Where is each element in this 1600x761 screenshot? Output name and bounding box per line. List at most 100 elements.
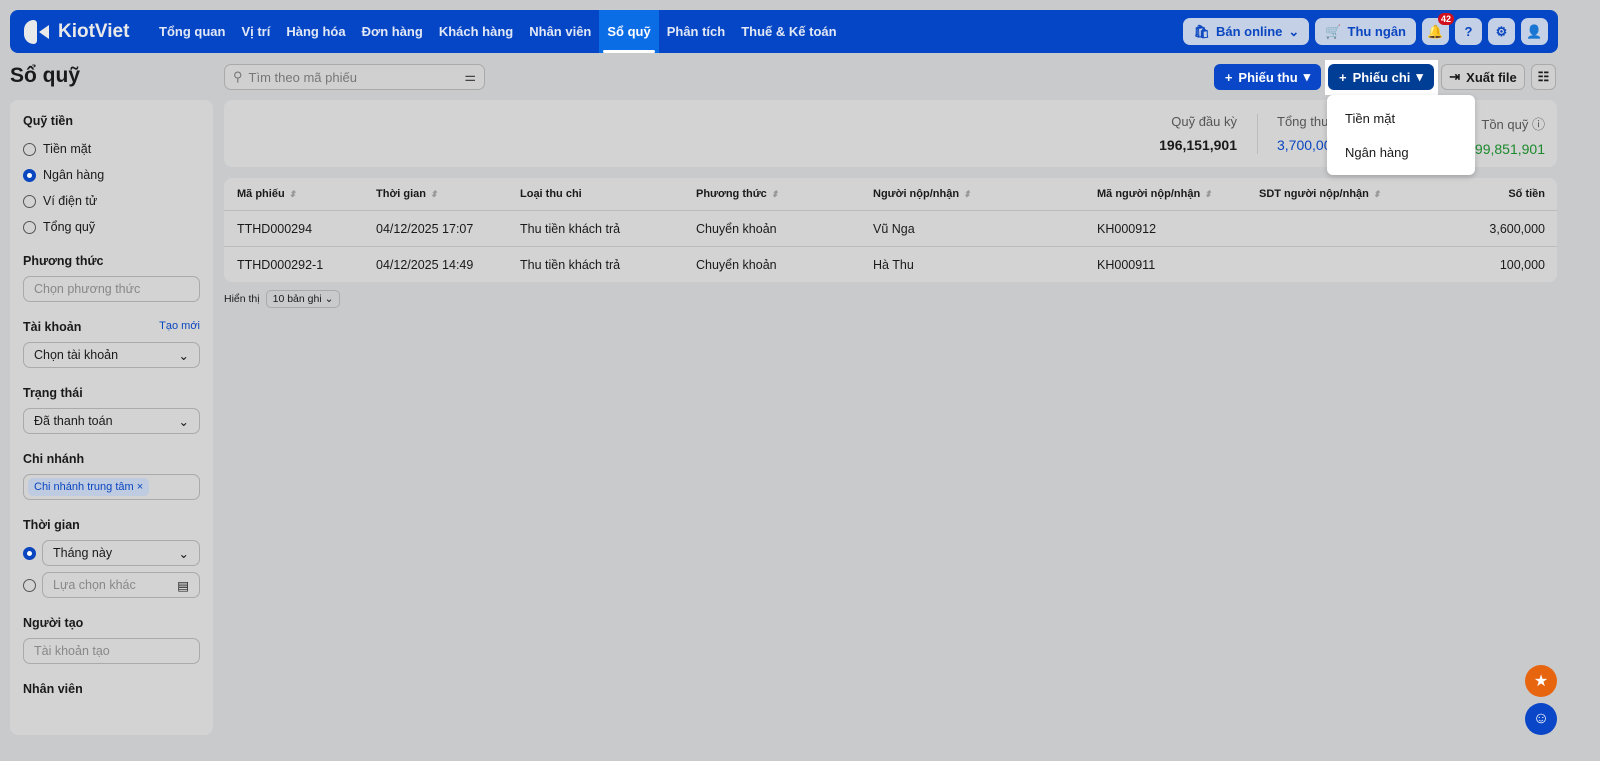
plus-icon: + <box>1339 69 1347 85</box>
cell-method: Chuyển khoản <box>696 221 777 236</box>
payment-button[interactable]: + Phiếu chi ▾ <box>1328 64 1434 90</box>
table-row[interactable]: TTHD000294 04/12/2025 17:07 Thu tiền khá… <box>224 210 1557 246</box>
cashier-label: Thu ngân <box>1347 24 1407 39</box>
top-nav: KiotViet Tổng quan Vị trí Hàng hóa Đơn h… <box>10 10 1558 53</box>
tab-cashbook[interactable]: Sổ quỹ <box>599 10 659 53</box>
calendar-icon: ▤ <box>177 578 189 593</box>
tab-products[interactable]: Hàng hóa <box>278 10 353 53</box>
search-input[interactable]: ⚲ Tìm theo mã phiếu ⚌ <box>224 64 485 90</box>
sort-icon: ⬍ <box>429 189 438 199</box>
col-method[interactable]: Phương thức ⬍ <box>696 188 778 200</box>
radio-icon <box>23 220 36 234</box>
sell-online-button[interactable]: 🛍 Bán online ⌄ <box>1183 18 1310 45</box>
branch-select[interactable]: Chi nhánh trung tâm × <box>23 474 200 500</box>
col-time[interactable]: Thời gian ⬍ <box>376 188 438 200</box>
creator-input[interactable]: Tài khoản tạo <box>23 638 200 664</box>
tab-tax-accounting[interactable]: Thuế & Kế toán <box>733 10 844 53</box>
custom-time-input[interactable]: Lựa chọn khác ▤ <box>42 572 200 598</box>
sort-icon: ⬍ <box>1204 189 1212 199</box>
col-phone[interactable]: SDT người nộp/nhận ⬍ <box>1259 188 1380 200</box>
method-label: Phương thức <box>23 254 104 268</box>
divider <box>1257 114 1258 154</box>
radio-icon <box>23 142 36 156</box>
export-icon: ⇥ <box>1449 69 1461 84</box>
cell-type: Thu tiền khách trả <box>520 221 621 236</box>
cell-code[interactable]: TTHD000292-1 <box>237 258 323 272</box>
export-button[interactable]: ⇥ Xuất file <box>1441 64 1525 90</box>
caret-down-icon: ▾ <box>1303 69 1311 84</box>
create-account-link[interactable]: Tạo mới <box>159 320 200 334</box>
support-button[interactable]: ☺ <box>1525 703 1557 735</box>
avatar[interactable]: 👤 <box>1521 18 1548 45</box>
kiotviet-logo-icon <box>24 19 50 44</box>
sell-online-label: Bán online <box>1215 24 1283 39</box>
status-label: Trạng thái <box>23 386 83 400</box>
tab-overview[interactable]: Tổng quan <box>151 10 233 53</box>
cell-code[interactable]: TTHD000294 <box>237 222 312 236</box>
receipt-button[interactable]: + Phiếu thu ▾ <box>1214 64 1321 90</box>
branch-chip[interactable]: Chi nhánh trung tâm × <box>28 478 150 496</box>
col-payer-code[interactable]: Mã người nộp/nhận ⬍ <box>1097 188 1212 200</box>
fund-option-ewallet[interactable]: Ví điện tử <box>23 188 200 214</box>
info-icon[interactable]: ⓘ <box>1532 117 1545 132</box>
notification-badge: 42 <box>1437 13 1454 25</box>
help-button[interactable]: ? <box>1455 18 1482 45</box>
creator-placeholder: Tài khoản tạo <box>34 644 110 658</box>
cell-payer-code: KH000911 <box>1097 257 1156 272</box>
creator-label: Người tạo <box>23 616 84 630</box>
radio-checked-icon[interactable] <box>23 546 36 560</box>
branch-label: Chi nhánh <box>23 452 85 466</box>
filter-sidebar: Quỹ tiền Tiền mặt Ngân hàng Ví điện tử T… <box>10 100 213 735</box>
fund-option-total[interactable]: Tổng quỹ <box>23 214 200 240</box>
cell-time: 04/12/2025 17:07 <box>376 221 474 236</box>
fund-option-cash[interactable]: Tiền mặt <box>23 136 200 162</box>
cell-payer: Vũ Nga <box>873 221 915 236</box>
tab-location[interactable]: Vị trí <box>233 10 278 53</box>
columns-button[interactable]: ☷ <box>1531 64 1556 90</box>
account-select[interactable]: Chọn tài khoản ⌄ <box>23 342 200 368</box>
settings-button[interactable]: ⚙ <box>1488 18 1515 45</box>
method-select[interactable]: Chọn phương thức <box>23 276 200 302</box>
radio-icon[interactable] <box>23 578 36 592</box>
table-row[interactable]: TTHD000292-1 04/12/2025 14:49 Thu tiền k… <box>224 246 1557 282</box>
col-type: Loại thu chi <box>520 188 582 200</box>
status-select[interactable]: Đã thanh toán ⌄ <box>23 408 200 434</box>
notifications-button[interactable]: 🔔 42 <box>1422 13 1454 45</box>
page-size-select[interactable]: 10 bản ghi ⌄ <box>265 290 341 308</box>
help-icon: ? <box>1464 24 1473 39</box>
menu-item-bank[interactable]: Ngân hàng <box>1327 135 1475 169</box>
col-code[interactable]: Mã phiếu ⬍ <box>237 188 296 200</box>
option-label: Ví điện tử <box>43 194 98 208</box>
tab-staff[interactable]: Nhân viên <box>521 10 599 53</box>
option-label: Tiền mặt <box>43 142 92 156</box>
export-label: Xuất file <box>1466 69 1517 85</box>
filter-sliders-icon[interactable]: ⚌ <box>464 69 476 85</box>
tab-customers[interactable]: Khách hàng <box>431 10 521 53</box>
menu-item-cash[interactable]: Tiền mặt <box>1327 101 1475 135</box>
sort-icon: ⬍ <box>770 189 779 199</box>
fund-option-bank[interactable]: Ngân hàng <box>23 162 200 188</box>
cashier-button[interactable]: 🛒 Thu ngân <box>1315 18 1416 45</box>
chevron-down-icon: ⌄ <box>178 414 189 429</box>
close-icon[interactable]: × <box>137 481 143 493</box>
time-select[interactable]: Tháng này ⌄ <box>42 540 200 566</box>
pager-label: Hiển thị <box>224 293 260 305</box>
support-agent-icon: ☺ <box>1532 710 1550 727</box>
cell-payer-code: KH000912 <box>1097 221 1157 236</box>
favorite-button[interactable]: ★ <box>1525 665 1557 697</box>
logo[interactable]: KiotViet <box>24 19 151 44</box>
brand-name: KiotViet <box>58 20 130 42</box>
branch-chip-label: Chi nhánh trung tâm <box>34 481 134 493</box>
tab-analytics[interactable]: Phân tích <box>659 10 734 53</box>
closing-balance: Tồn quỹ ⓘ 199,851,901 <box>1467 117 1545 157</box>
gear-icon: ⚙ <box>1495 23 1508 39</box>
time-value: Tháng này <box>53 546 113 560</box>
cart-icon: 🛒 <box>1325 23 1342 39</box>
tab-orders[interactable]: Đơn hàng <box>354 10 431 53</box>
cell-amount: 3,600,000 <box>1489 221 1545 236</box>
col-payer[interactable]: Người nộp/nhận ⬍ <box>873 188 971 200</box>
pager: Hiển thị 10 bản ghi ⌄ <box>224 290 341 308</box>
time-label: Thời gian <box>23 518 80 532</box>
table-header: Mã phiếu ⬍ Thời gian ⬍ Loại thu chi Phương… <box>224 178 1557 210</box>
columns-icon: ☷ <box>1537 69 1550 84</box>
